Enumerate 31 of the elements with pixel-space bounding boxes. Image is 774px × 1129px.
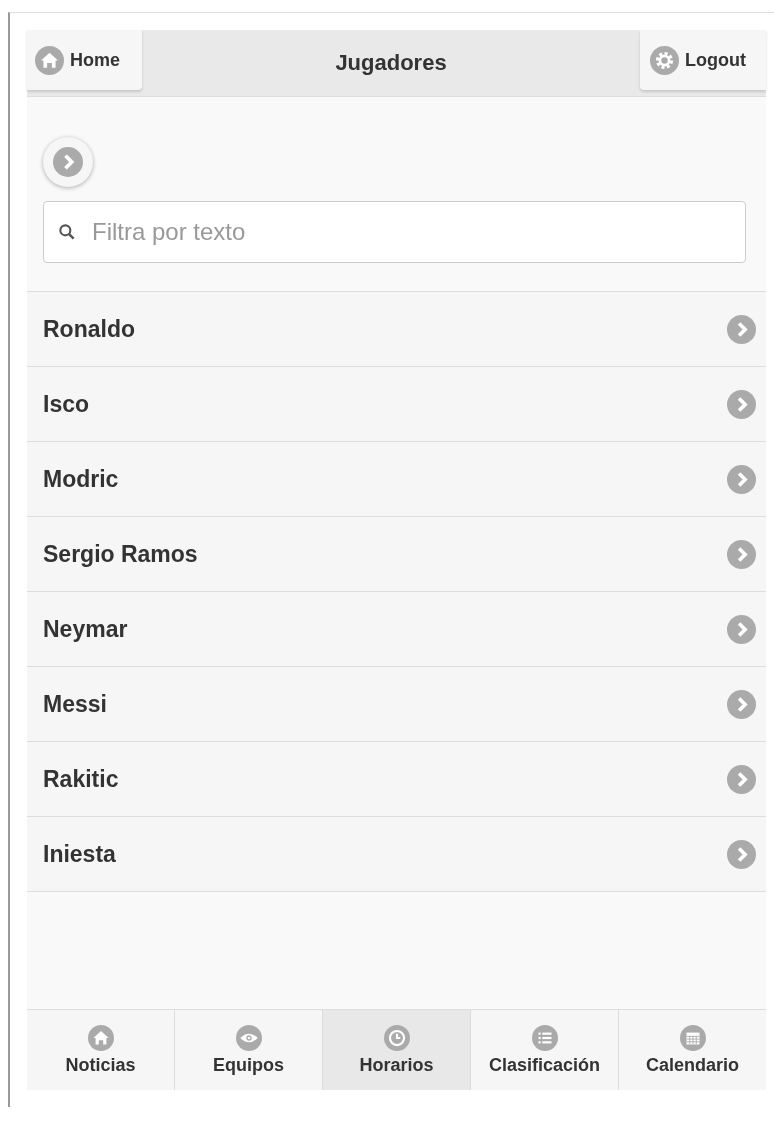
player-name: Sergio Ramos <box>43 540 198 568</box>
player-name: Neymar <box>43 615 128 643</box>
calendar-icon <box>679 1024 706 1051</box>
chevron-right-icon <box>727 689 756 719</box>
player-name: Messi <box>43 690 107 718</box>
expand-button[interactable] <box>43 137 93 187</box>
home-button[interactable]: Home <box>27 30 142 90</box>
player-name: Rakitic <box>43 765 119 793</box>
home-icon <box>35 45 64 75</box>
chevron-right-icon <box>727 764 756 794</box>
eye-icon <box>235 1024 262 1051</box>
player-name: Iniesta <box>43 840 116 868</box>
player-name: Ronaldo <box>43 315 135 343</box>
player-name: Modric <box>43 465 119 493</box>
logout-button[interactable]: Logout <box>640 30 766 90</box>
list-icon <box>531 1024 558 1051</box>
chevron-right-icon <box>727 389 756 419</box>
page-title: Jugadores <box>335 50 447 76</box>
settings-icon <box>650 45 679 75</box>
home-icon <box>87 1024 114 1051</box>
chevron-right-icon <box>727 539 756 569</box>
chevron-right-icon <box>53 147 83 177</box>
search-icon <box>57 222 77 242</box>
chevron-right-icon <box>727 614 756 644</box>
chevron-right-icon <box>727 839 756 869</box>
search-field[interactable]: Filtra por texto <box>43 201 746 263</box>
player-name: Isco <box>43 390 90 418</box>
chevron-right-icon <box>727 314 756 344</box>
clock-icon <box>383 1024 410 1051</box>
nav-tab[interactable]: Horarios <box>323 1010 471 1090</box>
chevron-right-icon <box>727 464 756 494</box>
